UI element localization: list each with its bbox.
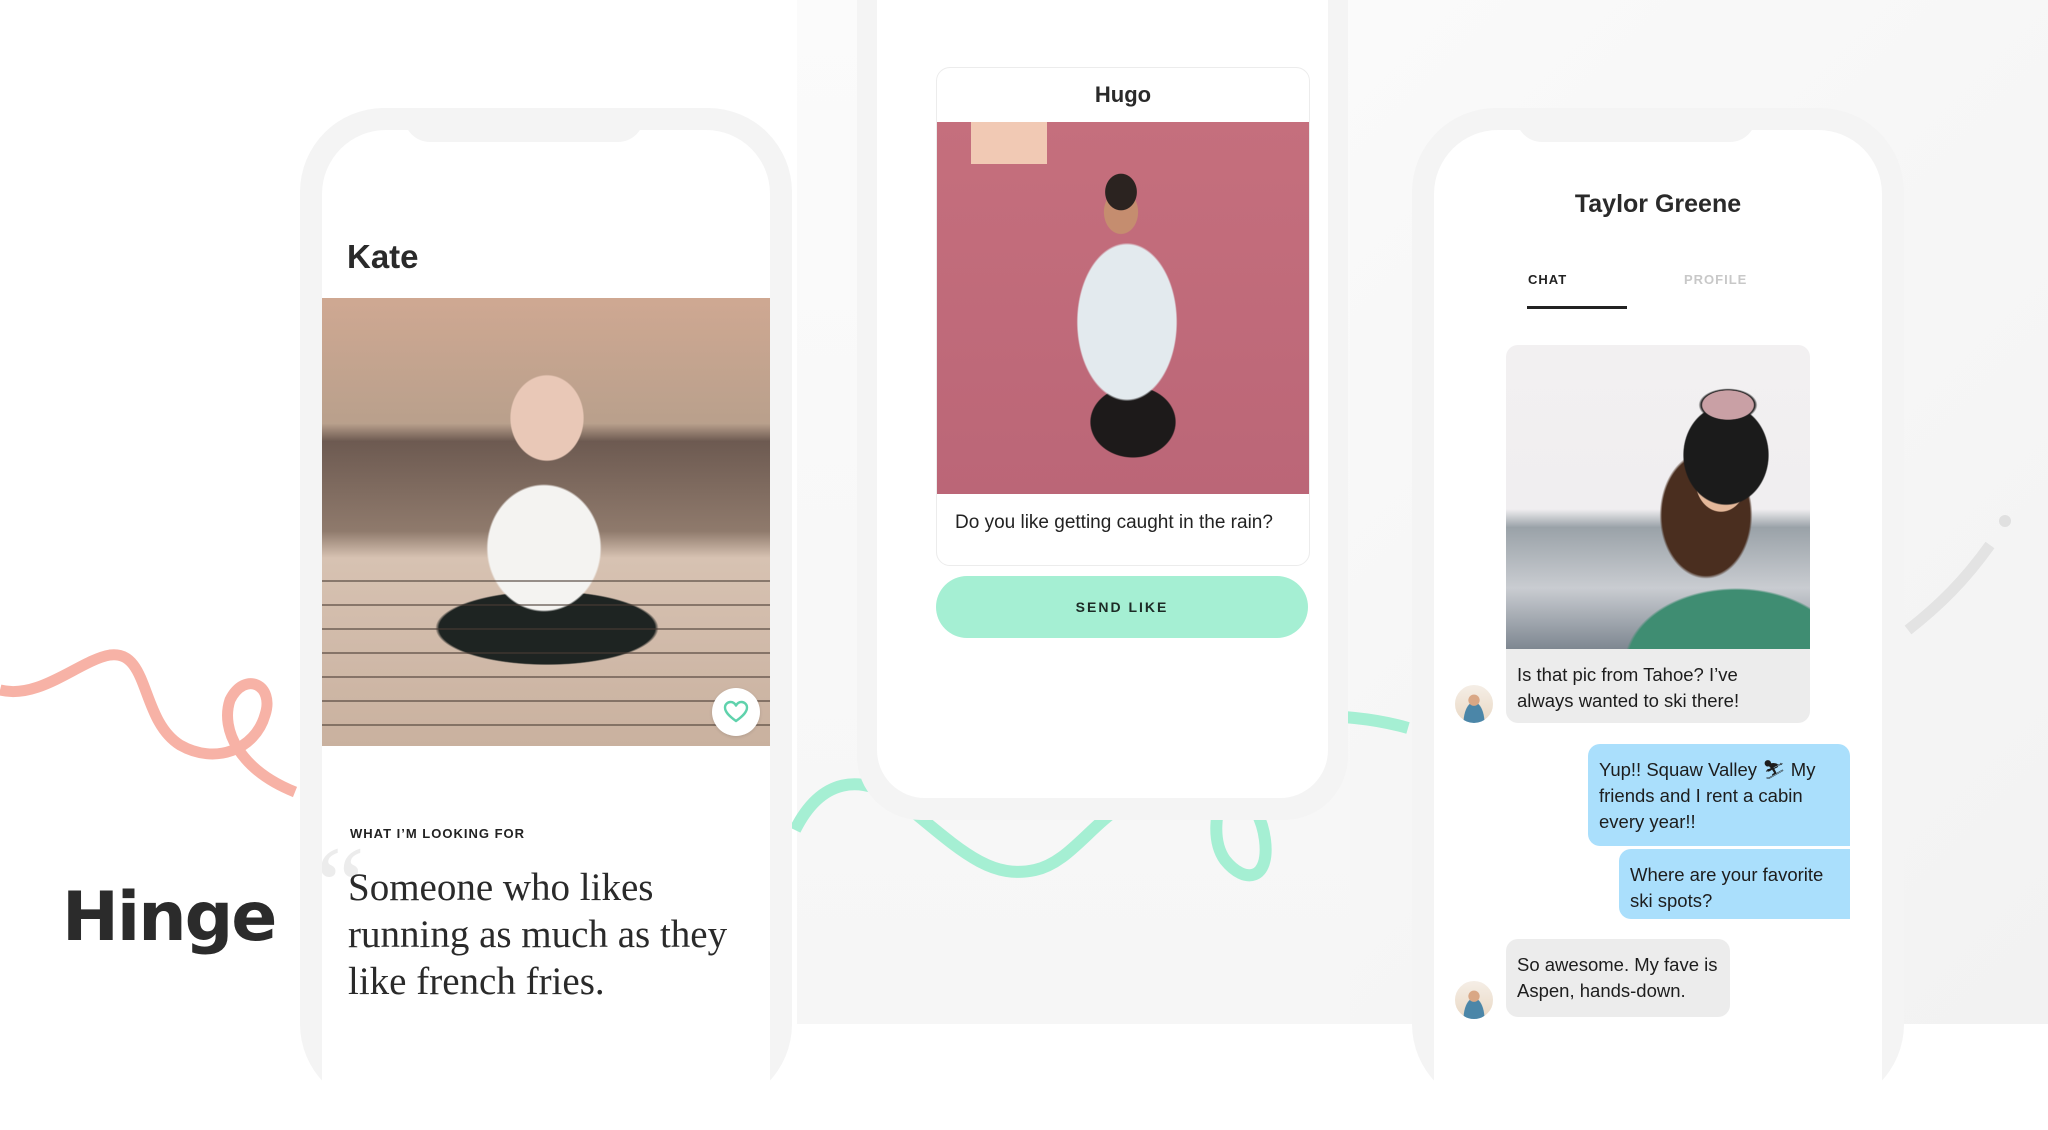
message-incoming: So awesome. My fave is Aspen, hands-down… xyxy=(1506,939,1730,1017)
prompt-answer[interactable]: Someone who likes running as much as the… xyxy=(348,864,748,1005)
profile-screen: Kate “ WHAT I’M LOOKING FOR Someone who … xyxy=(322,130,770,1130)
avatar[interactable] xyxy=(1452,978,1496,1022)
phone-profile-screen: Kate “ WHAT I’M LOOKING FOR Someone who … xyxy=(300,108,792,1130)
like-photo-button[interactable] xyxy=(712,688,760,736)
profile-name: Kate xyxy=(347,238,419,275)
like-screen: Hugo Do you like getting caught in the r… xyxy=(877,0,1328,798)
chat-contact-name: Taylor Greene xyxy=(1574,190,1742,218)
like-card: Hugo Do you like getting caught in the r… xyxy=(936,67,1310,566)
active-tab-indicator xyxy=(1527,306,1627,309)
like-card-prompt: Do you like getting caught in the rain? xyxy=(955,512,1273,533)
phone-notch xyxy=(404,108,644,142)
like-card-name: Hugo xyxy=(1094,82,1152,107)
message-outgoing: Where are your favorite ski spots? xyxy=(1619,849,1850,919)
phone-chat-screen: Taylor Greene CHAT PROFILE Is that pic f… xyxy=(1412,108,1904,1130)
tab-profile[interactable]: PROFILE xyxy=(1684,272,1747,287)
message-outgoing: Yup!! Squaw Valley ⛷ My friends and I re… xyxy=(1588,744,1850,846)
photo-detail xyxy=(322,558,770,746)
chat-tabs: CHAT PROFILE xyxy=(1434,272,1882,312)
hinge-logo: Hinge xyxy=(62,878,277,957)
phone-notch xyxy=(1516,108,1756,142)
liked-photo[interactable] xyxy=(1506,345,1810,649)
phone-like-screen: Hugo Do you like getting caught in the r… xyxy=(857,0,1348,820)
send-like-button[interactable]: SEND LIKE xyxy=(936,576,1308,638)
prompt-label: WHAT I’M LOOKING FOR xyxy=(350,826,526,841)
profile-photo[interactable] xyxy=(322,298,770,746)
avatar[interactable] xyxy=(1452,682,1496,726)
tab-chat[interactable]: CHAT xyxy=(1528,272,1567,287)
message-incoming: Is that pic from Tahoe? I’ve always want… xyxy=(1506,649,1810,723)
heart-icon xyxy=(723,700,749,723)
like-card-photo xyxy=(937,122,1309,494)
chat-screen: Taylor Greene CHAT PROFILE Is that pic f… xyxy=(1434,130,1882,1130)
